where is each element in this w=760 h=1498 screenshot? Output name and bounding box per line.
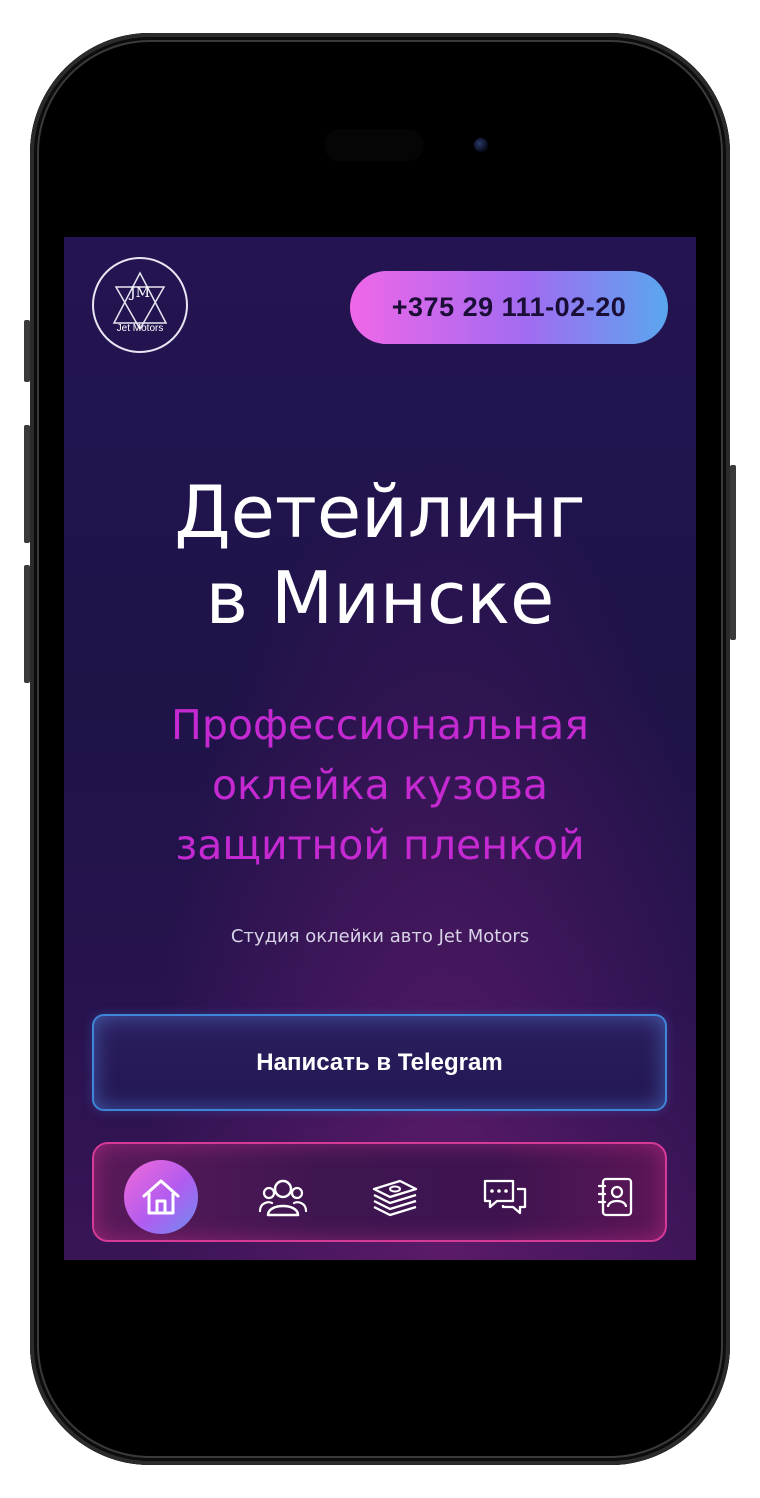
screen: JM Jet Motors +375 29 111-02-20 Детейлин…	[64, 237, 696, 1260]
telegram-button[interactable]: Написать в Telegram	[92, 1014, 667, 1111]
dynamic-island	[324, 129, 424, 161]
logo-name: Jet Motors	[116, 323, 164, 334]
nav-reviews[interactable]	[468, 1160, 542, 1234]
nav-home[interactable]	[124, 1160, 198, 1234]
money-stack-icon	[372, 1179, 418, 1217]
users-icon	[258, 1179, 308, 1217]
nav-team[interactable]	[246, 1160, 320, 1234]
nav-contacts[interactable]	[578, 1160, 652, 1234]
hero-caption: Студия оклейки авто Jet Motors	[230, 926, 530, 947]
phone-frame: JM Jet Motors +375 29 111-02-20 Детейлин…	[30, 33, 730, 1465]
camera-lens	[474, 138, 488, 152]
hero-title-line: в Минске	[205, 556, 555, 640]
contacts-book-icon	[597, 1177, 633, 1217]
hero-subtitle-line: оклейка кузова	[211, 761, 549, 809]
jet-motors-logo[interactable]: JM Jet Motors	[92, 257, 188, 353]
power-button	[730, 465, 736, 640]
hero-subtitle-line: Профессиональная	[171, 701, 589, 749]
hero-title-line: Детейлинг	[174, 470, 586, 554]
mute-switch	[24, 320, 30, 382]
phone-call-button[interactable]: +375 29 111-02-20	[350, 271, 668, 344]
home-icon	[142, 1179, 180, 1215]
bottom-nav	[92, 1142, 667, 1242]
logo-monogram: JM	[130, 285, 150, 301]
hero-subtitle: Профессиональная оклейка кузова защитной…	[64, 695, 696, 875]
chat-icon	[483, 1179, 527, 1215]
logo-triangles-icon	[112, 271, 168, 331]
nav-prices[interactable]	[358, 1160, 432, 1234]
volume-down-button	[24, 565, 30, 683]
hero-subtitle-line: защитной пленкой	[175, 821, 585, 869]
hero-title: Детейлинг в Минске	[64, 469, 696, 641]
volume-up-button	[24, 425, 30, 543]
